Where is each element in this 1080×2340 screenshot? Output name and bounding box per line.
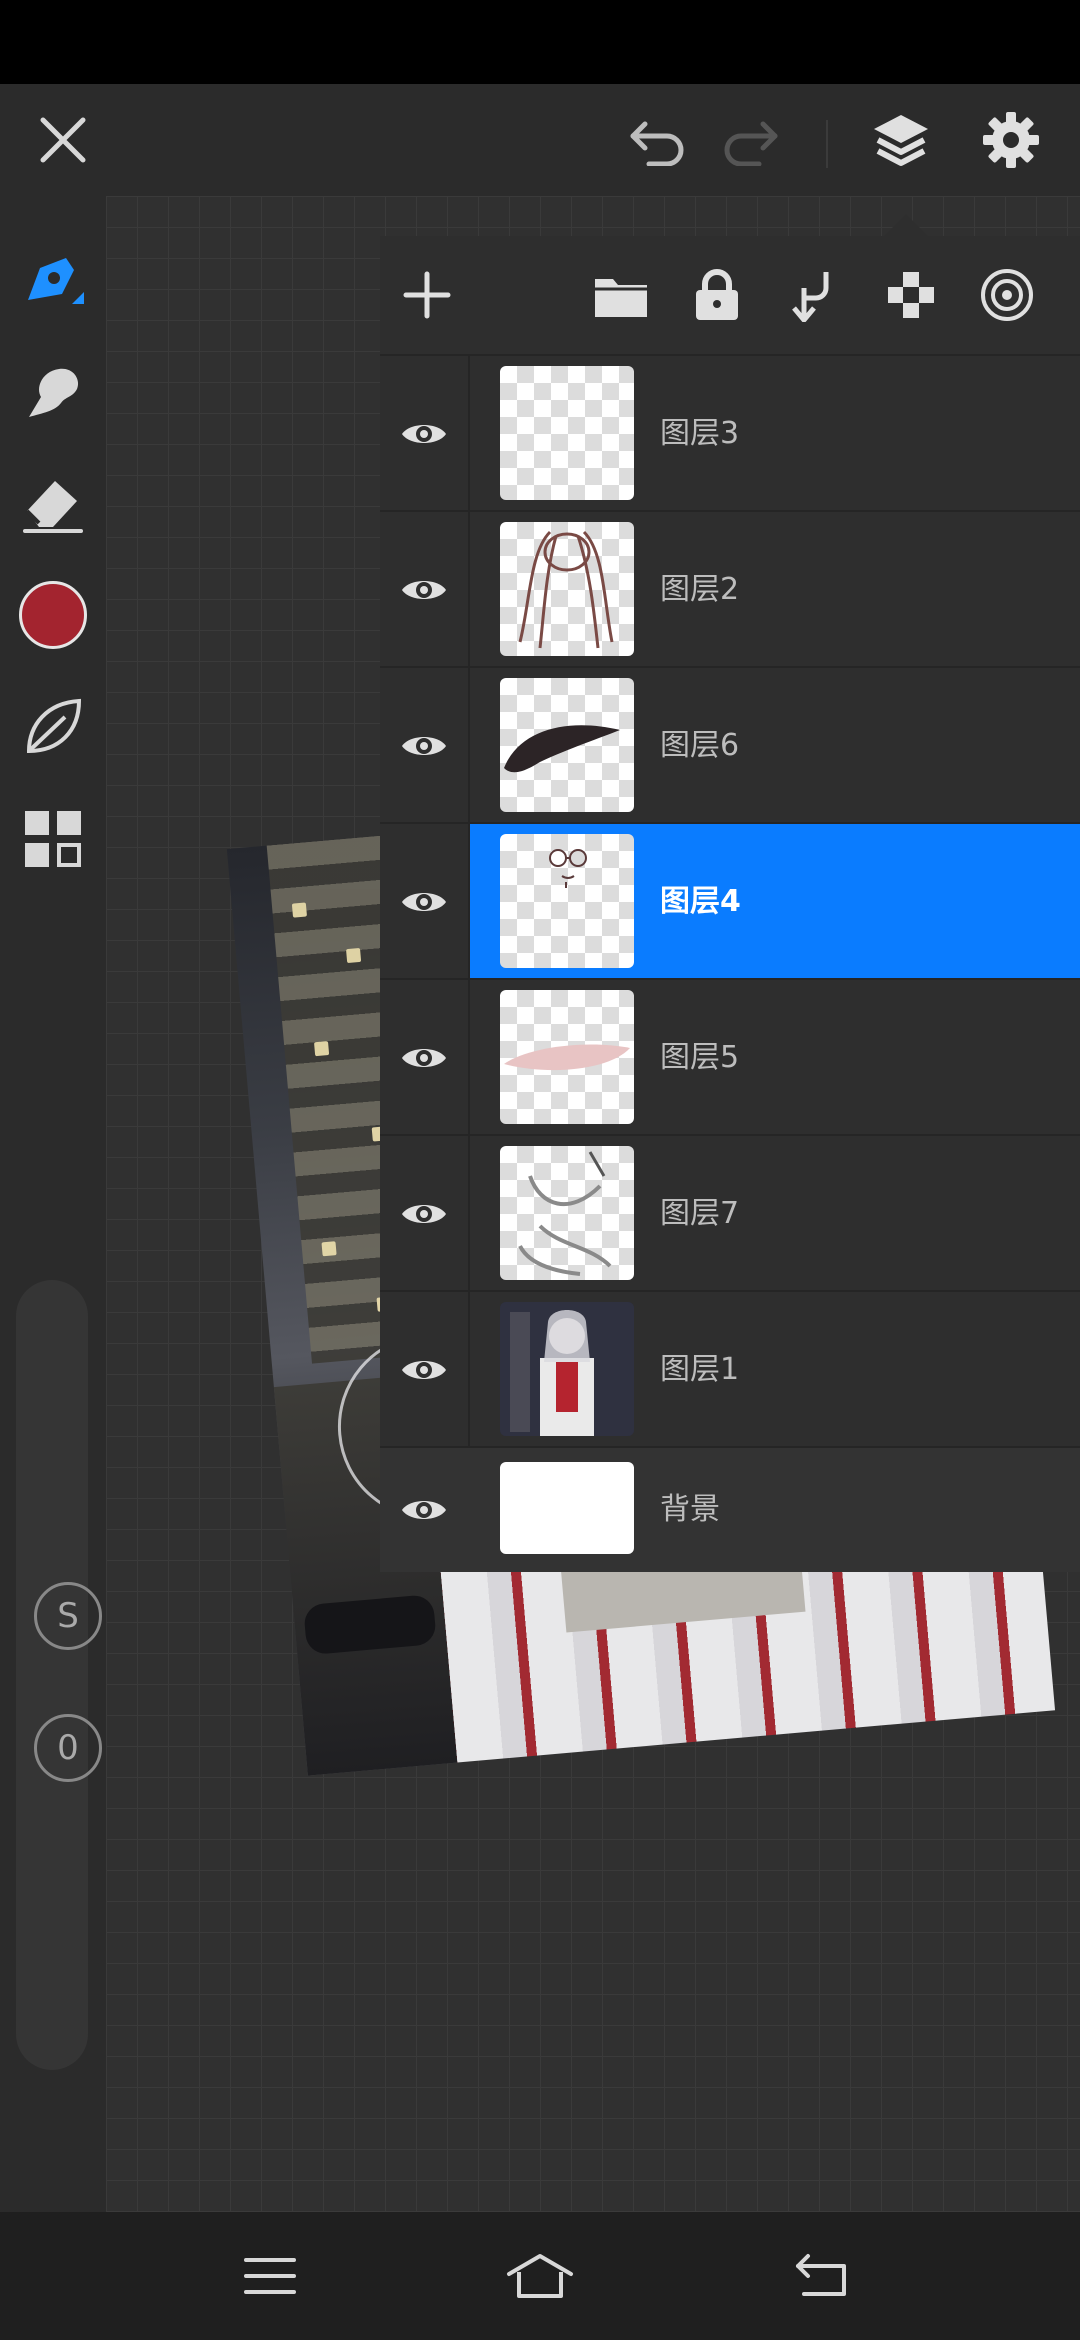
toolbar-divider <box>826 120 828 168</box>
home-icon <box>507 2254 573 2298</box>
layer-thumbnail <box>500 1302 634 1436</box>
eye-icon <box>402 1205 446 1223</box>
system-nav-bar <box>0 2212 1080 2340</box>
merge-down-button[interactable] <box>768 250 858 340</box>
eye-icon <box>402 893 446 911</box>
layer-thumbnail <box>500 522 634 656</box>
opacity-knob-label: 0 <box>57 1728 79 1768</box>
layer-thumbnail <box>500 1146 634 1280</box>
eraser-tool[interactable] <box>0 450 106 556</box>
layer-name: 图层2 <box>660 572 740 607</box>
background-layer-row[interactable]: 背景 <box>380 1446 1080 1572</box>
layer-name: 图层3 <box>660 416 740 451</box>
leaf-icon <box>26 698 82 754</box>
layer-row[interactable]: 图层1 <box>380 1290 1080 1448</box>
eye-icon <box>402 581 446 599</box>
close-icon <box>40 117 86 163</box>
layer-name: 图层4 <box>660 884 741 919</box>
brush-icon <box>28 258 84 304</box>
layer-row[interactable]: 图层5 <box>380 978 1080 1136</box>
merge-down-icon <box>792 272 829 322</box>
layer-thumbnail <box>500 834 634 968</box>
redo-button[interactable] <box>696 84 806 196</box>
lock-icon <box>696 269 738 320</box>
size-knob-label: S <box>57 1596 79 1636</box>
layer-row[interactable]: 图层7 <box>380 1134 1080 1292</box>
folder-button[interactable] <box>576 250 666 340</box>
layer-name: 图层1 <box>660 1352 740 1387</box>
eraser-icon <box>23 481 83 533</box>
eye-icon <box>402 1501 446 1519</box>
size-knob[interactable]: S <box>34 1582 102 1650</box>
grid-icon <box>25 811 81 867</box>
layer-thumbnail <box>500 990 634 1124</box>
lock-button[interactable] <box>672 250 762 340</box>
visibility-toggle[interactable] <box>380 980 470 1136</box>
add-layer-button[interactable] <box>382 250 472 340</box>
layer-thumbnail <box>500 678 634 812</box>
eye-icon <box>402 1049 446 1067</box>
layers-button[interactable] <box>846 84 956 196</box>
settings-button[interactable] <box>956 84 1066 196</box>
visibility-toggle[interactable] <box>380 512 470 668</box>
visibility-toggle[interactable] <box>380 824 470 980</box>
visibility-toggle[interactable] <box>380 1136 470 1292</box>
menu-icon <box>244 2258 296 2294</box>
layer-row[interactable]: 图层6 <box>380 666 1080 824</box>
layers-panel: 图层3 图层2 图层6 图层4 图层5 图层7 图层1 背景 <box>380 236 1080 1572</box>
back-button[interactable] <box>752 2212 892 2340</box>
checker-icon <box>888 272 934 318</box>
visibility-toggle[interactable] <box>380 356 470 512</box>
opacity-knob[interactable]: 0 <box>34 1714 102 1782</box>
layers-icon <box>874 115 928 166</box>
target-icon <box>981 269 1033 321</box>
more-tools[interactable] <box>0 786 106 892</box>
redo-icon <box>724 121 778 166</box>
shape-tool[interactable] <box>0 674 106 780</box>
gear-icon <box>983 112 1039 168</box>
smudge-icon <box>29 368 79 417</box>
current-color-circle <box>19 581 87 649</box>
eye-icon <box>402 1361 446 1379</box>
top-bar <box>0 84 1080 196</box>
layer-row[interactable]: 图层2 <box>380 510 1080 668</box>
color-swatch[interactable] <box>0 562 106 668</box>
status-bar <box>0 0 1080 84</box>
layer-effect-button[interactable] <box>962 250 1052 340</box>
visibility-toggle[interactable] <box>380 668 470 824</box>
layer-thumbnail <box>500 366 634 500</box>
add-icon <box>403 271 451 319</box>
layers-toolbar <box>380 236 1080 354</box>
menu-button[interactable] <box>200 2212 340 2340</box>
layer-name: 图层6 <box>660 728 740 763</box>
home-button[interactable] <box>470 2212 610 2340</box>
brush-tool[interactable] <box>0 230 106 336</box>
back-icon <box>796 2254 846 2296</box>
layer-row[interactable]: 图层3 <box>380 354 1080 512</box>
panel-caret <box>884 214 928 236</box>
layer-name: 图层7 <box>660 1196 740 1231</box>
brush-slider-track[interactable]: S 0 <box>16 1280 102 2070</box>
smudge-tool[interactable] <box>0 340 106 446</box>
close-button[interactable] <box>8 84 118 196</box>
transparency-button[interactable] <box>866 250 956 340</box>
eye-icon <box>402 737 446 755</box>
layer-name: 背景 <box>660 1492 720 1527</box>
visibility-toggle[interactable] <box>380 1448 468 1572</box>
folder-icon <box>595 279 647 317</box>
layer-name: 图层5 <box>660 1040 740 1075</box>
layer-thumbnail <box>500 1462 634 1554</box>
layer-row-selected[interactable]: 图层4 <box>380 822 1080 980</box>
undo-icon <box>630 121 684 166</box>
eye-icon <box>402 425 446 443</box>
visibility-toggle[interactable] <box>380 1292 470 1448</box>
